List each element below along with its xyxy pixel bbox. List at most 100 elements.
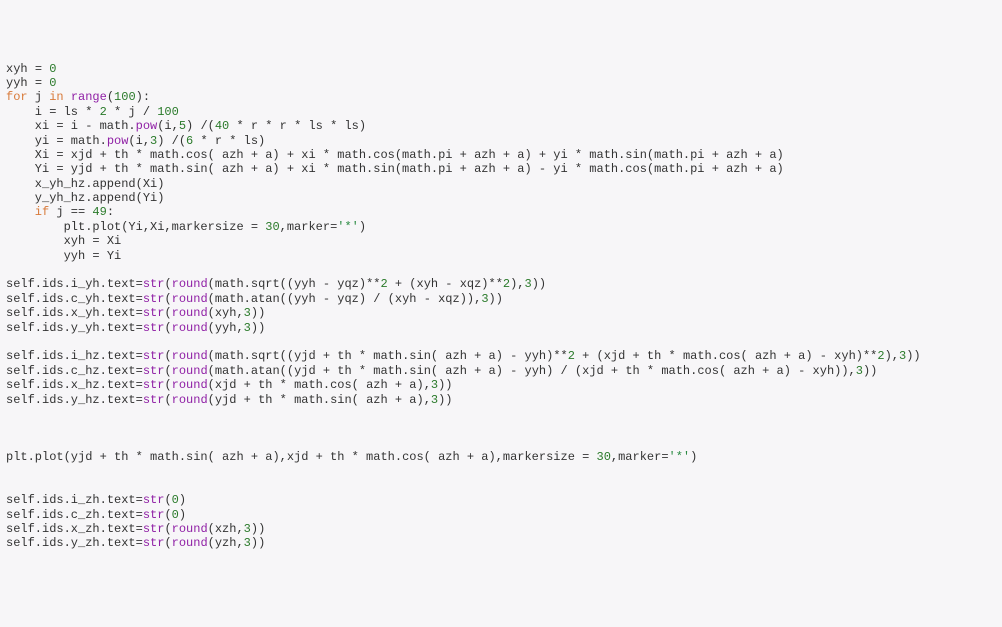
token-id: (yjd + th * math.sin( azh + a),	[208, 393, 431, 407]
token-id: (	[164, 393, 171, 407]
token-id: yyh = Yi	[64, 249, 122, 263]
token-builtin: round	[172, 321, 208, 335]
token-builtin: round	[172, 277, 208, 291]
token-builtin: str	[143, 277, 165, 291]
code-line-18: self.ids.y_yh.text=str(round(yyh,3))	[6, 321, 996, 335]
token-id: (xzh,	[208, 522, 244, 536]
token-num: 30	[265, 220, 279, 234]
token-num: 40	[215, 119, 229, 133]
code-line-7: Yi = yjd + th * math.sin( azh + a) + xi …	[6, 162, 996, 176]
code-line-11: plt.plot(Yi,Xi,markersize = 30,marker='*…	[6, 220, 996, 234]
code-line-28	[6, 465, 996, 479]
token-id: * j /	[107, 105, 157, 119]
token-id: x_yh_hz.append(Xi)	[35, 177, 165, 191]
code-line-13: yyh = Yi	[6, 249, 996, 263]
token-id: (math.sqrt((yyh - yqz)**	[208, 277, 381, 291]
token-id: (i,	[157, 119, 179, 133]
token-num: 3	[244, 522, 251, 536]
token-id: (	[164, 349, 171, 363]
token-id: self.ids.c_zh.text=	[6, 508, 143, 522]
token-id: )	[690, 450, 697, 464]
token-id: Yi = yjd + th * math.sin( azh + a) + xi …	[35, 162, 784, 176]
token-id: ))	[251, 321, 265, 335]
token-id	[6, 436, 13, 450]
token-id: yyh	[6, 76, 35, 90]
code-line-10: if j == 49:	[6, 205, 996, 219]
token-builtin: str	[143, 349, 165, 363]
token-builtin: round	[172, 306, 208, 320]
token-id: self.ids.c_hz.text=	[6, 364, 143, 378]
code-line-12: xyh = Xi	[6, 234, 996, 248]
token-kw: for	[6, 90, 35, 104]
token-builtin: str	[143, 493, 165, 507]
token-id: ))	[251, 522, 265, 536]
code-line-3: i = ls * 2 * j / 100	[6, 105, 996, 119]
token-id: (math.sqrt((yjd + th * math.sin( azh + a…	[208, 349, 568, 363]
token-id	[6, 407, 13, 421]
token-id: xi = i - math.	[35, 119, 136, 133]
token-num: 30	[597, 450, 611, 464]
token-kw: in	[49, 90, 71, 104]
token-builtin: round	[172, 364, 208, 378]
token-id: ))	[489, 292, 503, 306]
token-id: ))	[863, 364, 877, 378]
code-line-15: self.ids.i_yh.text=str(round(math.sqrt((…	[6, 277, 996, 291]
code-line-29	[6, 479, 996, 493]
token-id: (	[164, 536, 171, 550]
token-id: self.ids.x_yh.text=	[6, 306, 143, 320]
token-id: (xyh,	[208, 306, 244, 320]
token-num: 3	[856, 364, 863, 378]
code-line-30: self.ids.i_zh.text=str(0)	[6, 493, 996, 507]
token-id: (	[164, 364, 171, 378]
token-id: (	[164, 508, 171, 522]
token-id: ))	[251, 536, 265, 550]
token-id: + (xjd + th * math.cos( azh + a) - xyh)*…	[575, 349, 877, 363]
token-id: (i,	[128, 134, 150, 148]
token-op: :	[107, 205, 114, 219]
code-line-33: self.ids.y_zh.text=str(round(yzh,3))	[6, 536, 996, 550]
code-line-23: self.ids.y_hz.text=str(round(yjd + th * …	[6, 393, 996, 407]
token-builtin: pow	[107, 134, 129, 148]
token-id: self.ids.x_hz.text=	[6, 378, 143, 392]
token-num: 3	[525, 277, 532, 291]
token-op: =	[35, 76, 49, 90]
token-id: self.ids.y_hz.text=	[6, 393, 143, 407]
token-id: ) /(	[157, 134, 186, 148]
code-line-20: self.ids.i_hz.text=str(round(math.sqrt((…	[6, 349, 996, 363]
token-id: ,marker=	[280, 220, 338, 234]
code-editor[interactable]: xyh = 0yyh = 0for j in range(100):i = ls…	[6, 62, 996, 551]
code-line-9: y_yh_hz.append(Yi)	[6, 191, 996, 205]
token-num: 3	[244, 321, 251, 335]
code-line-14	[6, 263, 996, 277]
token-kw: if	[35, 205, 57, 219]
token-num: 3	[244, 536, 251, 550]
token-op: (	[107, 90, 114, 104]
token-id: xyh	[6, 62, 35, 76]
token-id: ))	[906, 349, 920, 363]
code-line-1: yyh = 0	[6, 76, 996, 90]
token-builtin: round	[172, 378, 208, 392]
token-builtin: range	[71, 90, 107, 104]
token-builtin: str	[143, 522, 165, 536]
token-id: (	[164, 493, 171, 507]
token-builtin: round	[172, 349, 208, 363]
token-id: self.ids.y_zh.text=	[6, 536, 143, 550]
code-line-31: self.ids.c_zh.text=str(0)	[6, 508, 996, 522]
code-line-22: self.ids.x_hz.text=str(round(xjd + th * …	[6, 378, 996, 392]
token-id: * r * ls)	[193, 134, 265, 148]
token-id: (	[164, 306, 171, 320]
token-id: self.ids.y_yh.text=	[6, 321, 143, 335]
token-id: )	[179, 508, 186, 522]
token-num: 3	[244, 306, 251, 320]
token-id: ))	[438, 393, 452, 407]
token-builtin: str	[143, 536, 165, 550]
code-line-17: self.ids.x_yh.text=str(round(xyh,3))	[6, 306, 996, 320]
token-id: ))	[438, 378, 452, 392]
token-id: * r * r * ls * ls)	[229, 119, 366, 133]
token-builtin: round	[172, 536, 208, 550]
code-line-27: plt.plot(yjd + th * math.sin( azh + a),x…	[6, 450, 996, 464]
token-id: (xjd + th * math.cos( azh + a),	[208, 378, 431, 392]
token-num: 2	[100, 105, 107, 119]
code-line-2: for j in range(100):	[6, 90, 996, 104]
token-id: ),	[885, 349, 899, 363]
